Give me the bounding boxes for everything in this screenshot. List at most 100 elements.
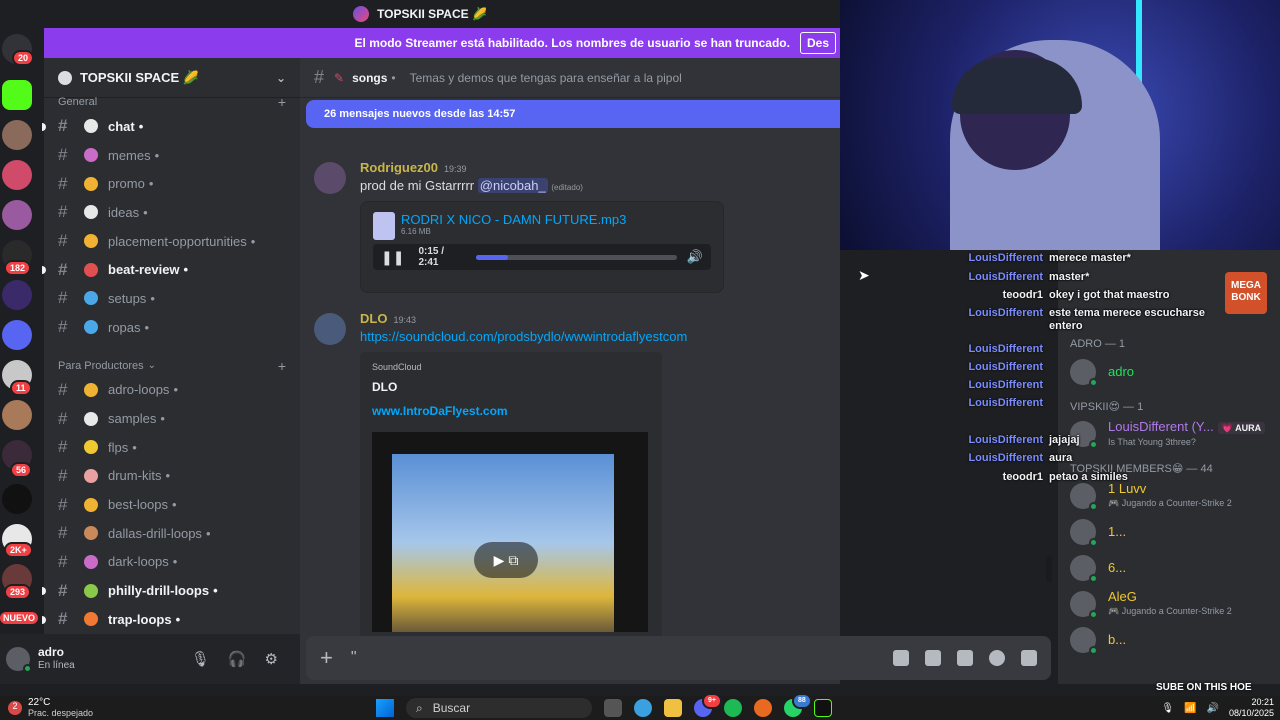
disable-streamer-button[interactable]: Des	[799, 32, 836, 54]
task-view-icon[interactable]	[604, 699, 622, 717]
scrollbar[interactable]	[1046, 556, 1052, 582]
user-panel: adro En línea 🎙 🎧 ⚙	[0, 634, 300, 684]
embed-link[interactable]: www.IntroDaFlyest.com	[372, 404, 650, 418]
server-discord[interactable]	[2, 320, 32, 350]
separator-dot: •	[138, 118, 144, 134]
start-button[interactable]	[376, 699, 394, 717]
channel-item[interactable]: # chat •	[42, 112, 300, 141]
author-avatar[interactable]	[314, 162, 346, 194]
new-messages-text: 26 mensajes nuevos desde las 14:57	[324, 108, 516, 120]
audio-attachment: RODRI X NICO - DAMN FUTURE.mp3 6.16 MB ❚…	[360, 201, 724, 293]
channel-item[interactable]: # setups •	[44, 284, 300, 313]
channel-name: memes	[108, 147, 151, 163]
attachment-name[interactable]: RODRI X NICO - DAMN FUTURE.mp3	[373, 212, 711, 227]
whatsapp-icon[interactable]: 88	[784, 693, 812, 717]
server-pink[interactable]	[2, 200, 32, 230]
screen: TOPSKII SPACE 🌽 El modo Streamer está ha…	[0, 0, 1280, 720]
channel-item[interactable]: # dark-loops •	[44, 548, 300, 577]
message-link[interactable]: https://soundcloud.com/prodsbydlo/wwwint…	[360, 329, 687, 344]
server-kick[interactable]	[2, 80, 32, 110]
channel-item[interactable]: # beat-review •	[42, 255, 300, 284]
volume-icon[interactable]: 🔊	[687, 249, 703, 265]
headphones-icon[interactable]: 🎧	[228, 650, 247, 668]
channel-item[interactable]: # placement-opportunities •	[44, 227, 300, 256]
channel-item[interactable]: # philly-drill-loops •	[42, 576, 300, 605]
channel-item[interactable]: # promo •	[44, 169, 300, 198]
server-brown[interactable]	[2, 400, 32, 430]
channel-name: adro-loops	[108, 382, 170, 398]
channel-item[interactable]: # adro-loops •	[44, 376, 300, 405]
channel-item[interactable]: # ideas •	[44, 198, 300, 227]
gear-icon[interactable]: ⚙	[265, 650, 278, 668]
new-messages-bar[interactable]: 26 mensajes nuevos desde las 14:57	[306, 100, 840, 128]
member-name: AleG	[1108, 589, 1137, 604]
gif-icon[interactable]	[925, 650, 941, 666]
discord-taskbar-icon[interactable]: 9+	[694, 693, 722, 717]
wifi-icon[interactable]: 📶	[1184, 703, 1196, 714]
mic-tray-icon[interactable]: 🎙	[1161, 703, 1174, 714]
channel-item[interactable]: # dallas-drill-loops •	[44, 519, 300, 548]
weather-widget[interactable]: 2 22°C Prac. despejado	[8, 697, 93, 719]
app-icon[interactable]	[814, 699, 832, 717]
member-item[interactable]: LouisDifferent (Y... 💗 AURA Is That Young…	[1058, 416, 1280, 452]
member-name: 1 Luvv	[1108, 481, 1147, 496]
member-item[interactable]: 6...	[1058, 550, 1280, 586]
member-item[interactable]: adro	[1058, 354, 1280, 390]
play-icon[interactable]: ▶ ⧉	[474, 542, 538, 578]
separator-dot: •	[160, 411, 165, 427]
server-purple[interactable]	[2, 280, 32, 310]
clock[interactable]: 20:21 08/10/2025	[1229, 697, 1274, 719]
server-b[interactable]	[2, 484, 32, 514]
message-input[interactable]: "	[351, 649, 357, 667]
category-general[interactable]: General +	[44, 92, 300, 112]
member-item[interactable]: 1...	[1058, 514, 1280, 550]
message-text: prod de mi Gstarrrrr	[360, 178, 475, 193]
member-item[interactable]: AleG 🎮 Jugando a Counter-Strike 2	[1058, 586, 1280, 622]
fl-studio-icon[interactable]	[754, 699, 772, 717]
member-item[interactable]: b...	[1058, 622, 1280, 658]
embed-provider[interactable]: SoundCloud	[372, 362, 650, 372]
search-box[interactable]: ⌕ Buscar	[406, 698, 592, 718]
volume-tray-icon[interactable]: 🔊	[1207, 703, 1219, 714]
add-channel-icon[interactable]: +	[278, 358, 286, 374]
member-name: adro	[1108, 364, 1135, 379]
emoji-icon[interactable]	[989, 650, 1005, 666]
channel-item[interactable]: # flps •	[44, 433, 300, 462]
channel-item[interactable]: # samples •	[44, 404, 300, 433]
add-channel-icon[interactable]: +	[278, 94, 286, 110]
server-avatar[interactable]	[2, 120, 32, 150]
separator-dot: •	[205, 525, 211, 541]
separator-dot: •	[144, 319, 150, 335]
server-topskii[interactable]	[2, 160, 32, 190]
search-label: Buscar	[432, 701, 471, 715]
channel-item[interactable]: # trap-loops •	[42, 605, 300, 634]
hash-icon: #	[58, 202, 68, 222]
member-item[interactable]: 1 Luvv 🎮 Jugando a Counter-Strike 2	[1058, 478, 1280, 514]
clock-time: 20:21	[1251, 697, 1274, 707]
playback-progress-bar[interactable]	[475, 254, 677, 260]
avatar[interactable]	[6, 647, 32, 673]
channel-item[interactable]: # best-loops •	[44, 490, 300, 519]
user-mention[interactable]: @nicobah_	[477, 178, 548, 193]
author-avatar[interactable]	[314, 313, 346, 345]
microphone-icon[interactable]: 🎙	[191, 650, 210, 668]
author-name[interactable]: DLO	[360, 311, 387, 326]
add-attachment-icon[interactable]: +	[320, 645, 333, 671]
category-productores[interactable]: Para Productores ⌄ +	[44, 356, 300, 376]
member-list-topskii: 1 Luvv 🎮 Jugando a Counter-Strike 2 1... 6.…	[1058, 478, 1280, 658]
channel-item[interactable]: # memes •	[44, 141, 300, 170]
message: DLO 19:43 https://soundcloud.com/prodsbyd…	[300, 311, 840, 652]
channel-item[interactable]: # ropas •	[44, 313, 300, 342]
channel-item[interactable]: # drum-kits •	[44, 462, 300, 491]
channel-emoji-icon	[84, 411, 98, 426]
channel-list-productores: # adro-loops • # samples • # flps • # drum-kits • # b…	[42, 376, 300, 634]
apps-icon[interactable]	[1021, 650, 1037, 666]
pause-icon[interactable]: ❚❚	[381, 249, 404, 266]
file-explorer-icon[interactable]	[664, 699, 682, 717]
gift-icon[interactable]	[893, 650, 909, 666]
spotify-icon[interactable]	[724, 699, 742, 717]
chrome-icon[interactable]	[634, 699, 652, 717]
sticker-icon[interactable]	[957, 650, 973, 666]
embed-thumbnail[interactable]: ▶ ⧉	[372, 432, 648, 632]
author-name[interactable]: Rodriguez00	[360, 160, 438, 175]
